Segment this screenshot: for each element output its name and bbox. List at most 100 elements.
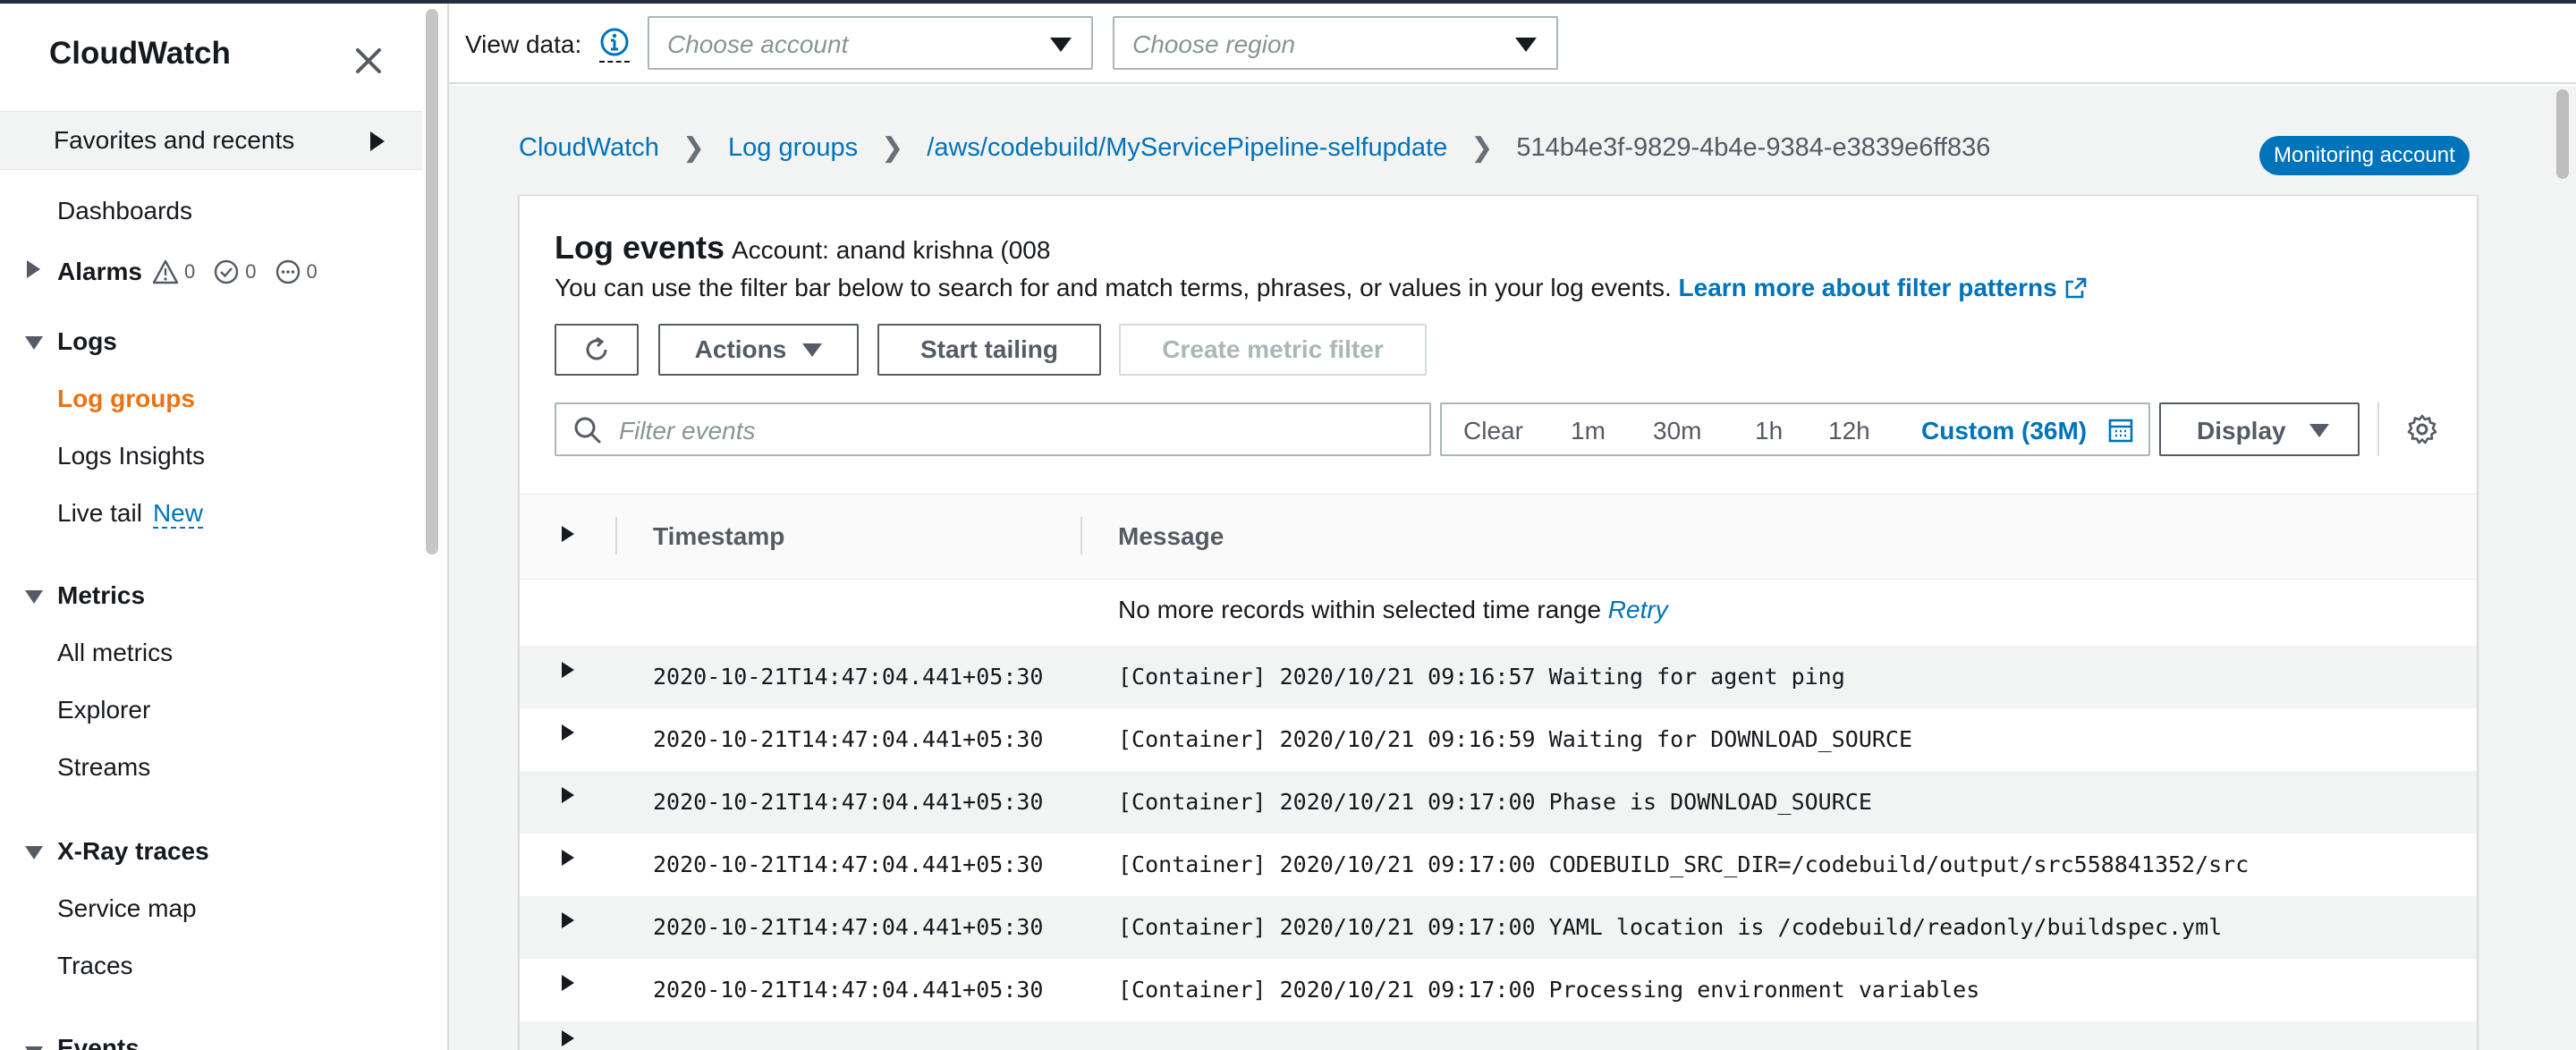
region-select-placeholder: Choose region bbox=[1132, 30, 1296, 58]
expand-alarms-icon[interactable] bbox=[27, 260, 40, 278]
sidebar-item-dashboards[interactable]: Dashboards bbox=[57, 197, 192, 225]
sidebar-item-live-tail[interactable]: Live tail New bbox=[57, 499, 203, 529]
table-row[interactable]: 2020-10-21T14:47:04.441+05:30 [Container… bbox=[520, 896, 2477, 959]
chevron-down-icon bbox=[2309, 424, 2329, 437]
expand-all-icon[interactable] bbox=[562, 526, 574, 542]
view-data-label: View data: bbox=[465, 30, 582, 58]
sidebar-item-service-map[interactable]: Service map bbox=[57, 894, 197, 923]
breadcrumb-current-stream: 514b4e3f-9829-4b4e-9384-e3839e6ff836 bbox=[1516, 133, 1991, 162]
time-range-custom[interactable]: Custom (36M) bbox=[1921, 417, 2087, 445]
display-label: Display bbox=[2197, 417, 2286, 445]
breadcrumb-cloudwatch[interactable]: CloudWatch bbox=[519, 133, 659, 163]
column-separator bbox=[1080, 517, 1082, 555]
live-tail-label: Live tail bbox=[57, 499, 142, 527]
row-message: [Container] 2020/10/21 09:16:57 Waiting … bbox=[1118, 664, 1845, 690]
expand-row-icon[interactable] bbox=[562, 850, 574, 866]
start-tailing-button[interactable]: Start tailing bbox=[877, 324, 1101, 376]
time-range-30m[interactable]: 30m bbox=[1653, 417, 1701, 445]
page-scrollbar[interactable] bbox=[2556, 89, 2569, 179]
sidebar-item-streams[interactable]: Streams bbox=[57, 753, 150, 782]
filter-events-input[interactable]: Filter events bbox=[555, 402, 1431, 456]
chevron-right-icon: ❯ bbox=[881, 133, 904, 163]
expand-row-icon[interactable] bbox=[562, 724, 574, 741]
chevron-down-icon bbox=[1050, 38, 1072, 52]
panel-description: You can use the filter bar below to sear… bbox=[555, 274, 2088, 302]
row-timestamp: 2020-10-21T14:47:04.441+05:30 bbox=[653, 851, 1044, 877]
sidebar-item-log-groups[interactable]: Log groups bbox=[57, 385, 195, 413]
expand-row-icon[interactable] bbox=[562, 1030, 574, 1046]
favorites-and-recents[interactable]: Favorites and recents bbox=[0, 111, 422, 170]
table-row[interactable]: 2020-10-21T14:47:04.441+05:30 [Container… bbox=[520, 771, 2477, 834]
sidebar-section-events[interactable]: Events bbox=[57, 1034, 140, 1050]
row-timestamp: 2020-10-21T14:47:04.441+05:30 bbox=[653, 914, 1044, 940]
refresh-button[interactable] bbox=[555, 324, 639, 376]
expand-row-icon[interactable] bbox=[562, 912, 574, 928]
sidebar: CloudWatch Favorites and recents Dashboa… bbox=[0, 4, 422, 1050]
close-icon[interactable] bbox=[351, 43, 386, 79]
alarm-count-insufficient: 0 bbox=[306, 260, 318, 283]
learn-more-link[interactable]: Learn more about filter patterns bbox=[1679, 274, 2088, 301]
chevron-down-icon bbox=[1515, 38, 1537, 52]
sidebar-item-logs-insights[interactable]: Logs Insights bbox=[57, 442, 205, 470]
table-row[interactable]: 2020-10-21T14:47:04.441+05:30 [Container… bbox=[520, 646, 2477, 708]
row-message: [Container] 2020/10/21 09:17:00 YAML loc… bbox=[1118, 914, 2223, 940]
sidebar-section-metrics[interactable]: Metrics bbox=[57, 581, 145, 610]
collapse-xray-icon[interactable] bbox=[25, 846, 43, 859]
alarm-count-in-alarm: 0 bbox=[184, 260, 196, 283]
region-select[interactable]: Choose region bbox=[1113, 16, 1558, 70]
sidebar-section-xray-traces[interactable]: X-Ray traces bbox=[57, 837, 209, 866]
panel-account: Account: anand krishna (008 bbox=[732, 236, 1051, 264]
display-button[interactable]: Display bbox=[2159, 402, 2360, 456]
column-header-timestamp[interactable]: Timestamp bbox=[653, 522, 784, 551]
collapse-logs-icon[interactable] bbox=[25, 336, 43, 350]
sidebar-title: CloudWatch bbox=[49, 36, 231, 71]
alarm-count-ok: 0 bbox=[245, 260, 257, 283]
table-row[interactable]: 2020-10-21T14:47:04.441+05:30 [Container… bbox=[520, 959, 2477, 1021]
table-row[interactable]: 2020-10-21T14:47:04.441+05:30 [Container… bbox=[520, 708, 2477, 771]
sidebar-item-all-metrics[interactable]: All metrics bbox=[57, 639, 173, 667]
time-range-12h[interactable]: 12h bbox=[1828, 417, 1870, 445]
caret-right-icon bbox=[370, 131, 385, 151]
gear-icon[interactable] bbox=[2406, 413, 2438, 445]
sidebar-section-logs[interactable]: Logs bbox=[57, 327, 117, 356]
toolbar-separator bbox=[2377, 402, 2379, 456]
table-row[interactable] bbox=[520, 1021, 2477, 1050]
sidebar-scrollbar[interactable] bbox=[426, 9, 438, 555]
filter-events-placeholder: Filter events bbox=[619, 417, 756, 445]
row-message: [Container] 2020/10/21 09:17:00 CODEBUIL… bbox=[1118, 851, 2250, 877]
table-row[interactable]: 2020-10-21T14:47:04.441+05:30 [Container… bbox=[520, 834, 2477, 896]
expand-row-icon[interactable] bbox=[562, 975, 574, 991]
warning-icon bbox=[152, 259, 179, 284]
alarm-status-counts: 0 0 0 bbox=[152, 258, 330, 285]
breadcrumb-log-group[interactable]: /aws/codebuild/MyServicePipeline-selfupd… bbox=[927, 133, 1447, 163]
create-metric-filter-button[interactable]: Create metric filter bbox=[1119, 324, 1427, 376]
time-range-1h[interactable]: 1h bbox=[1755, 417, 1783, 445]
time-range-clear[interactable]: Clear bbox=[1463, 417, 1523, 445]
retry-link[interactable]: Retry bbox=[1608, 596, 1668, 623]
expand-row-icon[interactable] bbox=[562, 787, 574, 803]
collapse-events-icon[interactable] bbox=[25, 1046, 43, 1050]
breadcrumb-log-groups[interactable]: Log groups bbox=[728, 133, 858, 163]
chevron-down-icon bbox=[802, 343, 823, 357]
sidebar-item-traces[interactable]: Traces bbox=[57, 952, 133, 980]
sidebar-item-explorer[interactable]: Explorer bbox=[57, 696, 150, 724]
expand-row-icon[interactable] bbox=[562, 662, 574, 678]
column-header-message[interactable]: Message bbox=[1118, 522, 1224, 551]
external-link-icon bbox=[2065, 277, 2087, 299]
panel-description-text: You can use the filter bar below to sear… bbox=[555, 274, 1672, 301]
row-timestamp: 2020-10-21T14:47:04.441+05:30 bbox=[653, 726, 1044, 752]
sidebar-section-alarms[interactable]: Alarms bbox=[57, 258, 142, 286]
row-message: [Container] 2020/10/21 09:17:00 Processi… bbox=[1118, 977, 1980, 1003]
row-timestamp: 2020-10-21T14:47:04.441+05:30 bbox=[653, 664, 1044, 690]
info-icon[interactable] bbox=[599, 27, 630, 57]
account-select[interactable]: Choose account bbox=[648, 16, 1093, 70]
new-badge[interactable]: New bbox=[152, 499, 203, 529]
time-range-1m[interactable]: 1m bbox=[1571, 417, 1606, 445]
column-separator bbox=[615, 517, 617, 555]
search-icon bbox=[574, 417, 601, 444]
breadcrumb: CloudWatch ❯ Log groups ❯ /aws/codebuild… bbox=[519, 132, 1990, 164]
table-header bbox=[520, 494, 2477, 580]
actions-button[interactable]: Actions bbox=[658, 324, 859, 376]
collapse-metrics-icon[interactable] bbox=[25, 590, 43, 604]
calendar-icon[interactable] bbox=[2107, 417, 2134, 444]
